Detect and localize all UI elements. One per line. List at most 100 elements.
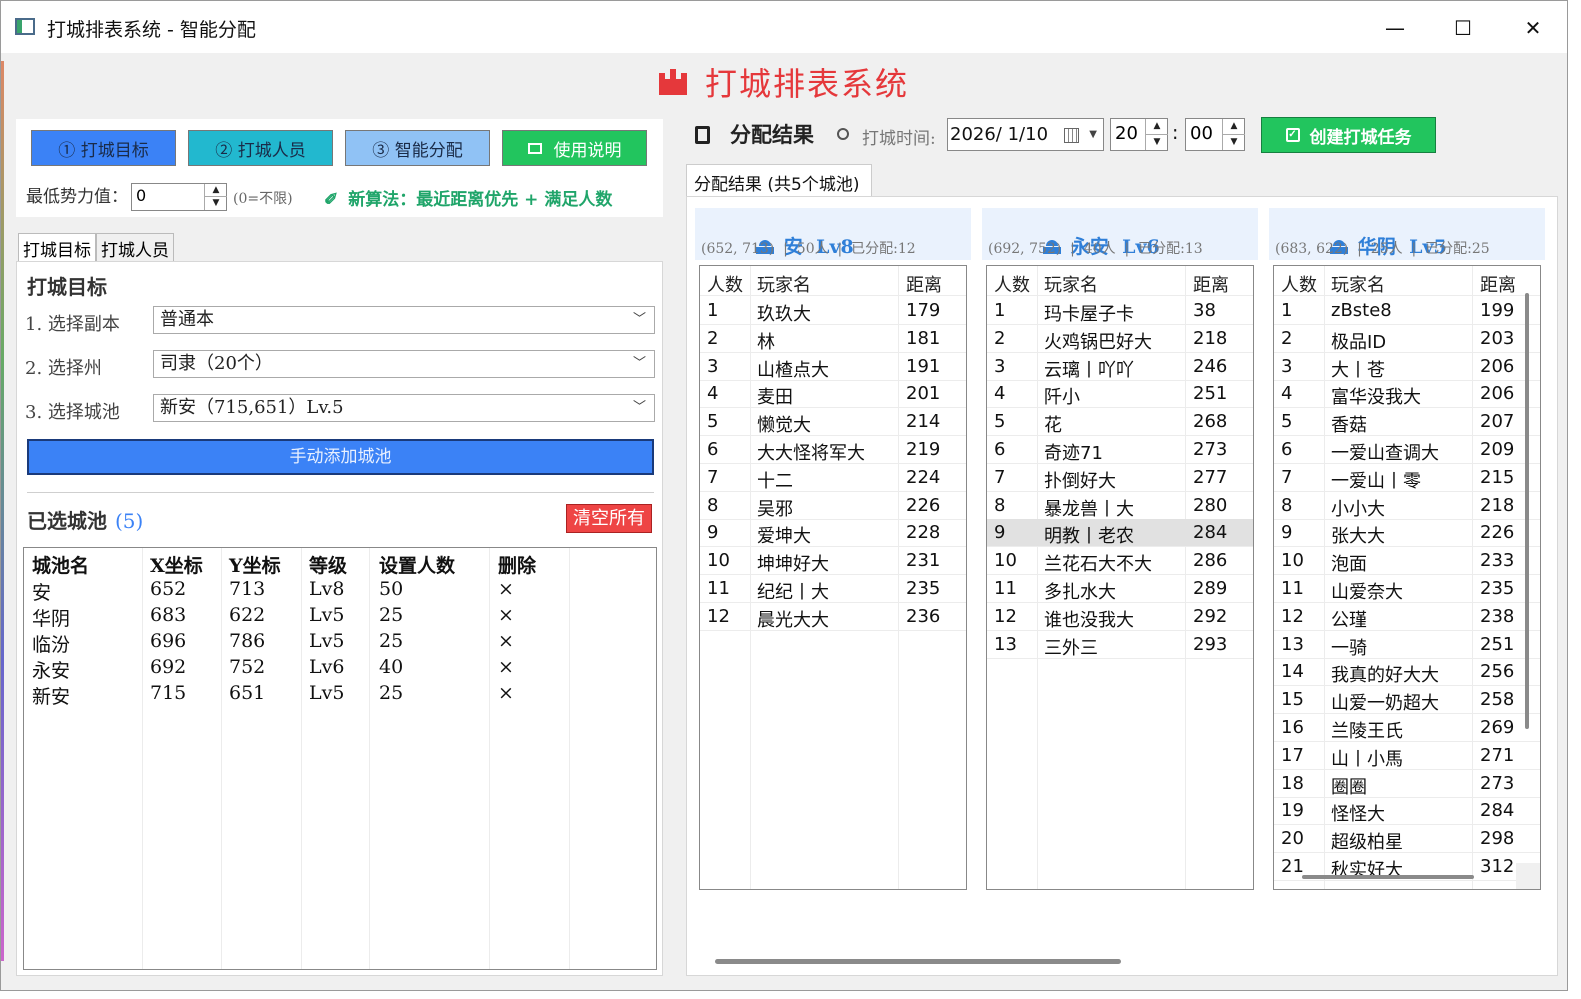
spin-down-icon[interactable]: ▼ [1223, 135, 1245, 151]
state-select[interactable]: 司隶（20个） ﹀ [153, 350, 655, 378]
delete-icon[interactable]: × [498, 578, 514, 600]
help-button[interactable]: 使用说明 [502, 130, 647, 166]
table-row[interactable]: 临汾 696 786 Lv5 25 × [24, 630, 656, 656]
list-item[interactable]: 12 晨光大大 236 [700, 603, 966, 631]
list-item[interactable]: 11 山爱奈大 235 [1274, 575, 1540, 603]
spin-down-icon[interactable]: ▼ [1146, 135, 1168, 151]
tab-result[interactable]: 分配结果 (共5个城池) [686, 164, 872, 196]
list-item[interactable]: 8 小小大 218 [1274, 492, 1540, 520]
list-item[interactable]: 11 纪纪丨大 235 [700, 575, 966, 603]
list-item[interactable]: 10 泡面 233 [1274, 547, 1540, 576]
list-item[interactable]: 13 三外三 293 [987, 631, 1253, 659]
spin-down-icon[interactable]: ▼ [205, 197, 227, 210]
tab-target[interactable]: 打城目标 [18, 233, 96, 261]
player-distance: 235 [906, 578, 941, 599]
dungeon-select[interactable]: 普通本 ﹀ [153, 306, 655, 334]
city-people[interactable]: 50 [379, 578, 403, 600]
list-item[interactable]: 11 多扎水大 289 [987, 575, 1253, 603]
list-item[interactable]: 10 坤坤好大 231 [700, 547, 966, 576]
horizontal-scrollbar[interactable] [1302, 875, 1474, 879]
city-people[interactable]: 25 [379, 682, 403, 704]
city-people[interactable]: 25 [379, 630, 403, 652]
list-item[interactable]: 5 懒觉大 214 [700, 408, 966, 437]
delete-icon[interactable]: × [498, 630, 514, 652]
list-item[interactable]: 13 一骑 251 [1274, 631, 1540, 659]
list-item[interactable]: 12 谁也没我大 292 [987, 603, 1253, 631]
list-item[interactable]: 6 大大怪将军大 219 [700, 436, 966, 464]
list-item[interactable]: 16 兰陵王氏 269 [1274, 714, 1540, 742]
list-item[interactable]: 3 大丨苍 206 [1274, 353, 1540, 381]
list-item[interactable]: 20 超级柏星 298 [1274, 825, 1540, 854]
list-item[interactable]: 14 我真的好大大 256 [1274, 658, 1540, 687]
clear-all-button[interactable]: 清空所有 [566, 504, 652, 533]
city-people[interactable]: 40 [379, 656, 403, 678]
spin-up-icon[interactable]: ▲ [205, 184, 227, 197]
spin-up-icon[interactable]: ▲ [1223, 119, 1245, 135]
chevron-down-icon[interactable]: ▼ [1089, 119, 1097, 150]
list-item[interactable]: 9 明教丨老农 284 [987, 519, 1253, 548]
list-item[interactable]: 17 山丨小馬 271 [1274, 742, 1540, 770]
list-item[interactable]: 15 山爱一奶超大 258 [1274, 686, 1540, 715]
minute-input[interactable]: 00 ▲ ▼ [1185, 118, 1245, 151]
step-target-button[interactable]: ① 打城目标 [31, 130, 176, 166]
city-select[interactable]: 新安（715,651）Lv.5 ﹀ [153, 394, 655, 422]
player-distance: 236 [906, 605, 941, 627]
close-button[interactable]: ✕ [1505, 9, 1561, 47]
table-row[interactable]: 华阴 683 622 Lv5 25 × [24, 604, 656, 630]
list-item[interactable]: 7 一爱山丨零 215 [1274, 464, 1540, 492]
step-members-button[interactable]: ② 打城人员 [188, 130, 333, 166]
title-bar[interactable]: 打城排表系统 - 智能分配 — ☐ ✕ [1, 1, 1567, 53]
list-item[interactable]: 6 奇迹71 273 [987, 436, 1253, 464]
table-row[interactable]: 新安 715 651 Lv5 25 × [24, 682, 656, 708]
list-item[interactable]: 9 爱坤大 228 [700, 519, 966, 548]
player-index: 17 [1281, 744, 1304, 766]
list-item[interactable]: 8 吴邪 226 [700, 492, 966, 520]
list-header[interactable]: 人数 玩家名 距离 [1274, 268, 1540, 296]
table-row[interactable]: 永安 692 752 Lv6 40 × [24, 656, 656, 682]
list-item[interactable]: 10 兰花石大不大 286 [987, 547, 1253, 576]
list-item[interactable]: 1 玖玖大 179 [700, 297, 966, 325]
list-item[interactable]: 1 玛卡屋子卡 38 [987, 297, 1253, 325]
list-header[interactable]: 人数 玩家名 距离 [987, 268, 1253, 296]
add-city-button[interactable]: 手动添加城池 [27, 439, 654, 475]
list-item[interactable]: 4 富华没我大 206 [1274, 380, 1540, 409]
list-item[interactable]: 6 一爱山查调大 209 [1274, 436, 1540, 464]
create-task-button[interactable]: ✓ 创建打城任务 [1261, 117, 1436, 153]
app-window: 打城排表系统 - 智能分配 — ☐ ✕ 打城排表系统 ① 打城目标 ② 打城人员… [0, 0, 1568, 991]
date-picker[interactable]: 2026/ 1/10 ▼ [947, 118, 1104, 151]
min-power-input[interactable]: 0 ▲ ▼ [131, 183, 227, 211]
maximize-button[interactable]: ☐ [1435, 9, 1491, 47]
list-item[interactable]: 8 暴龙兽丨大 280 [987, 492, 1253, 520]
list-item[interactable]: 5 香菇 207 [1274, 408, 1540, 437]
list-item[interactable]: 4 麦田 201 [700, 380, 966, 409]
step-assign-button[interactable]: ③ 智能分配 [345, 130, 490, 166]
list-item[interactable]: 4 阡小 251 [987, 380, 1253, 409]
list-item[interactable]: 9 张大大 226 [1274, 519, 1540, 548]
list-item[interactable]: 12 公瑾 238 [1274, 603, 1540, 631]
list-item[interactable]: 2 极品ID 203 [1274, 325, 1540, 353]
list-item[interactable]: 1 zBste8 199 [1274, 297, 1540, 325]
list-item[interactable]: 19 怪怪大 284 [1274, 797, 1540, 826]
city-people[interactable]: 25 [379, 604, 403, 626]
hour-input[interactable]: 20 ▲ ▼ [1110, 118, 1168, 151]
delete-icon[interactable]: × [498, 682, 514, 704]
spin-up-icon[interactable]: ▲ [1146, 119, 1168, 135]
tab-members[interactable]: 打城人员 [96, 233, 174, 261]
horizontal-scrollbar[interactable] [715, 959, 1121, 964]
list-item[interactable]: 2 林 181 [700, 325, 966, 353]
player-name: 明教丨老农 [1044, 526, 1134, 548]
list-item[interactable]: 5 花 268 [987, 408, 1253, 437]
list-item[interactable]: 7 十二 224 [700, 464, 966, 492]
list-item[interactable]: 7 扑倒好大 277 [987, 464, 1253, 492]
list-item[interactable]: 3 云璃丨吖吖 246 [987, 353, 1253, 381]
calendar-icon[interactable] [1064, 128, 1079, 143]
vertical-scrollbar[interactable] [1525, 293, 1529, 729]
delete-icon[interactable]: × [498, 656, 514, 678]
list-header[interactable]: 人数 玩家名 距离 [700, 268, 966, 296]
list-item[interactable]: 2 火鸡锅巴好大 218 [987, 325, 1253, 353]
minimize-button[interactable]: — [1367, 9, 1423, 47]
list-item[interactable]: 18 圈圈 273 [1274, 770, 1540, 798]
table-row[interactable]: 安 652 713 Lv8 50 × [24, 578, 656, 604]
list-item[interactable]: 3 山楂点大 191 [700, 353, 966, 381]
delete-icon[interactable]: × [498, 604, 514, 626]
